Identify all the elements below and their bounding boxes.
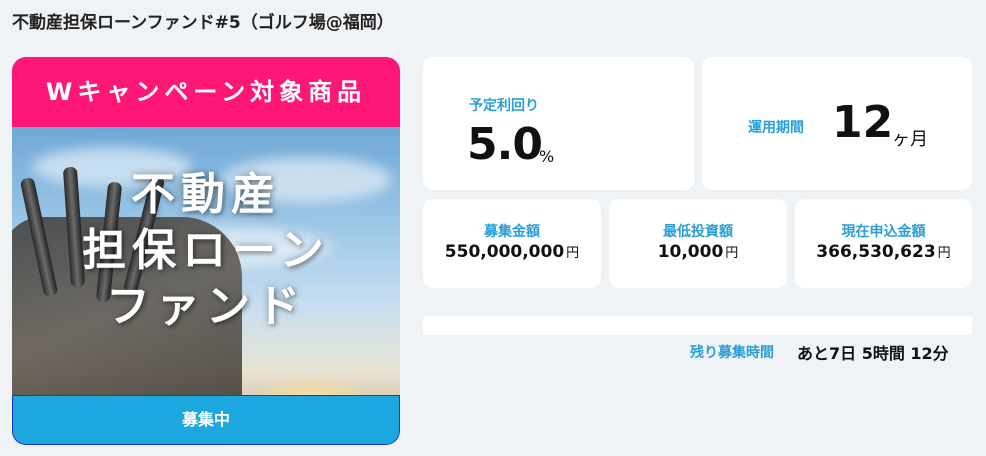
min-investment-unit: 円 xyxy=(725,246,739,261)
target-amount-value: 550,000,000 xyxy=(444,242,565,262)
term-label: 運用期間 xyxy=(748,120,804,136)
current-application-unit: 円 xyxy=(937,246,951,261)
yield-card: 予定利回り 5.0 % xyxy=(423,57,694,190)
hero-title-line: ファンド xyxy=(106,281,306,332)
min-investment-value: 10,000 xyxy=(657,242,724,262)
yield-value: 5.0 xyxy=(467,119,543,170)
product-card[interactable]: Wキャンペーン対象商品 不動産 担保ローン ファンド 募集中 xyxy=(12,57,400,445)
page-title: 不動産担保ローンファンド#5（ゴルフ場@福岡） xyxy=(12,13,394,33)
campaign-banner: Wキャンペーン対象商品 xyxy=(12,57,400,127)
hero-title-line: 担保ローン xyxy=(82,225,330,276)
yield-unit: % xyxy=(539,147,555,166)
term-unit: ヶ月 xyxy=(892,129,928,150)
current-application-value: 366,530,623 xyxy=(816,242,936,262)
remaining-time-label: 残り募集時間 xyxy=(690,345,774,361)
target-amount-card: 募集金額 550,000,000 円 xyxy=(423,199,601,288)
remaining-time-value: あと7日 5時間 12分 xyxy=(797,344,949,363)
progress-bar xyxy=(423,316,972,335)
target-amount-label: 募集金額 xyxy=(484,224,540,240)
status-button[interactable]: 募集中 xyxy=(12,395,400,445)
min-investment-card: 最低投資額 10,000 円 xyxy=(609,199,787,288)
current-application-label: 現在申込金額 xyxy=(841,224,926,240)
term-card: 運用期間 12 ヶ月 xyxy=(702,57,972,190)
term-value: 12 xyxy=(832,97,894,148)
current-application-card: 現在申込金額 366,530,623 円 xyxy=(795,199,972,288)
hero-title: 不動産 担保ローン ファンド xyxy=(12,167,400,335)
yield-label: 予定利回り xyxy=(469,98,539,114)
hero-title-line: 不動産 xyxy=(131,169,281,220)
target-amount-unit: 円 xyxy=(566,246,580,261)
min-investment-label: 最低投資額 xyxy=(663,224,733,240)
